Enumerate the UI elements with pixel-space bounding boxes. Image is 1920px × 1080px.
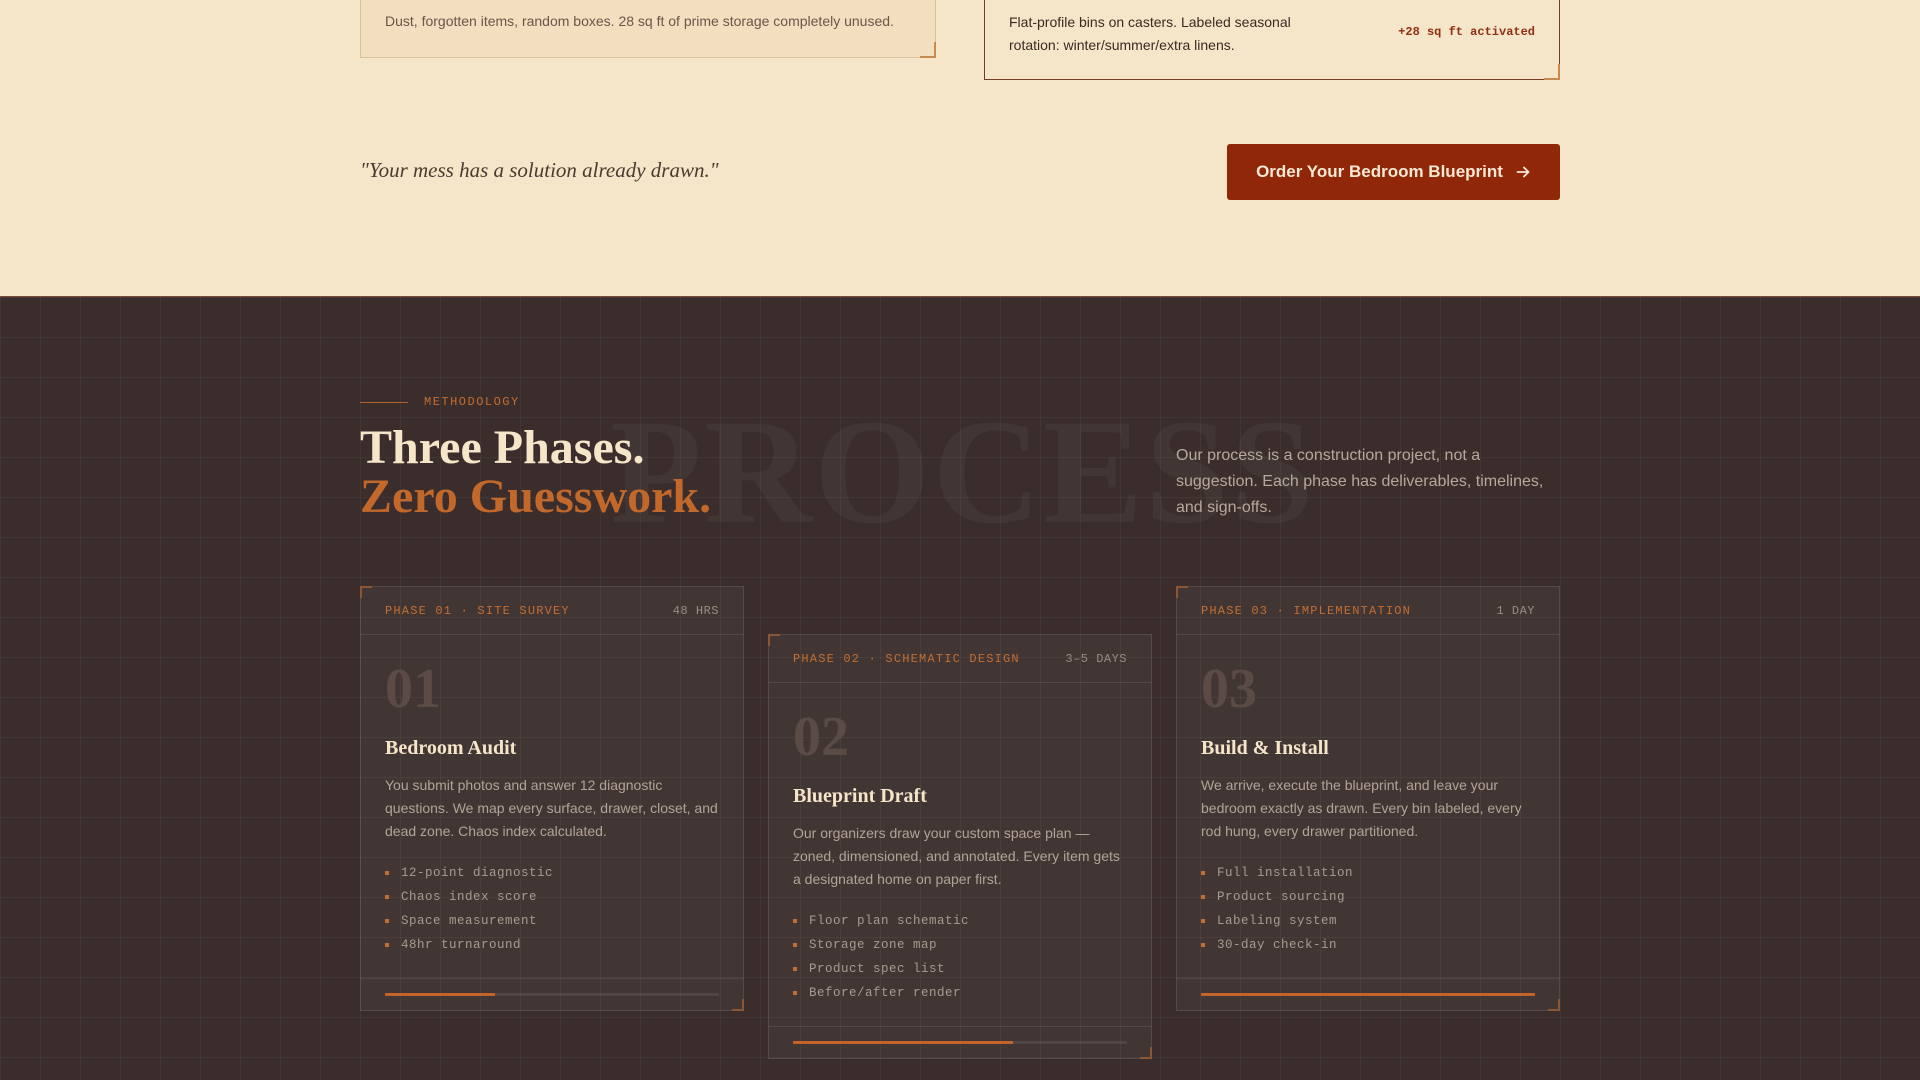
phase-progress-fill [793, 1041, 1014, 1044]
phase-card-body: 02 Blueprint Draft Our organizers draw y… [769, 709, 1151, 1005]
bullet-icon [1201, 871, 1205, 875]
phase-deliverables: Full installation Product sourcing Label… [1201, 861, 1535, 957]
phase-card-header: PHASE 02 · SCHEMATIC DESIGN 3–5 DAYS [769, 635, 1151, 683]
phase-progress-fill [1201, 993, 1535, 996]
phase-progress-fill [385, 993, 496, 996]
phase-code: PHASE 02 · SCHEMATIC DESIGN [793, 651, 1020, 666]
phase-code: PHASE 03 · IMPLEMENTATION [1201, 603, 1412, 618]
phase-progress-track [793, 1041, 1127, 1044]
list-item-text: Full installation [1217, 866, 1354, 880]
list-item-text: Product spec list [809, 962, 946, 976]
after-card: Flat-profile bins on casters. Labeled se… [984, 0, 1560, 80]
list-item: Before/after render [793, 981, 1127, 1005]
list-item: Labeling system [1201, 909, 1535, 933]
list-item-text: Product sourcing [1217, 890, 1346, 904]
phase-number: 02 [793, 706, 849, 768]
phase-card-header: PHASE 01 · SITE SURVEY 48 HRS [361, 587, 743, 635]
eyebrow-rule [360, 401, 408, 403]
after-card-delta: +28 sq ft activated [1398, 25, 1535, 39]
phase-name: Bedroom Audit [385, 737, 517, 759]
comparison-section: Dust, forgotten items, random boxes. 28 … [0, 0, 1920, 296]
bullet-icon [793, 967, 797, 971]
bullet-icon [1201, 919, 1205, 923]
bullet-icon [385, 943, 389, 947]
list-item-text: 30-day check-in [1217, 938, 1338, 952]
phase-number: 01 [385, 658, 441, 720]
before-card: Dust, forgotten items, random boxes. 28 … [360, 0, 936, 58]
list-item: 48hr turnaround [385, 933, 719, 957]
after-card-text: Flat-profile bins on casters. Labeled se… [1009, 14, 1291, 53]
corner-bracket [1544, 64, 1560, 80]
section-title-line1: Three Phases. [360, 421, 645, 474]
phase-number: 03 [1201, 658, 1257, 720]
section-intro: Our process is a construction project, n… [1176, 447, 1544, 516]
list-item-text: Chaos index score [401, 890, 538, 904]
bullet-icon [793, 991, 797, 995]
phase-progress-footer [1177, 978, 1559, 1010]
phase-duration: 48 HRS [672, 603, 719, 618]
bullet-icon [385, 919, 389, 923]
phase-card-header: PHASE 03 · IMPLEMENTATION 1 DAY [1177, 587, 1559, 635]
corner-bracket [1176, 586, 1188, 598]
phase-card-body: 01 Bedroom Audit You submit photos and a… [361, 661, 743, 957]
list-item: Space measurement [385, 909, 719, 933]
list-item-text: Floor plan schematic [809, 914, 970, 928]
list-item-text: Storage zone map [809, 938, 938, 952]
before-card-text: Dust, forgotten items, random boxes. 28 … [385, 13, 894, 29]
phase-progress-footer [361, 978, 743, 1010]
list-item: Product sourcing [1201, 885, 1535, 909]
corner-bracket [920, 42, 936, 58]
order-blueprint-button-label: Order Your Bedroom Blueprint [1256, 162, 1503, 181]
section-title-line2: Zero Guesswork. [360, 470, 712, 523]
list-item: Full installation [1201, 861, 1535, 885]
phase-duration: 1 DAY [1496, 603, 1535, 618]
phase-description: Our organizers draw your custom space pl… [793, 825, 1120, 887]
list-item-text: Labeling system [1217, 914, 1338, 928]
eyebrow-label: METHODOLOGY [424, 395, 520, 409]
phase-description: You submit photos and answer 12 diagnost… [385, 777, 718, 839]
bullet-icon [1201, 943, 1205, 947]
arrow-right-icon [1516, 166, 1530, 178]
corner-bracket [768, 634, 780, 646]
bullet-icon [385, 871, 389, 875]
phase-duration: 3–5 DAYS [1065, 651, 1127, 666]
phase-deliverables: Floor plan schematic Storage zone map Pr… [793, 909, 1127, 1005]
list-item: Product spec list [793, 957, 1127, 981]
phase-card-1: PHASE 01 · SITE SURVEY 48 HRS 01 Bedroom… [360, 586, 744, 1011]
section-title: Three Phases. Zero Guesswork. [360, 423, 711, 521]
methodology-section: PROCESS METHODOLOGY Three Phases. Zero G… [0, 296, 1920, 1080]
list-item-text: 12-point diagnostic [401, 866, 554, 880]
list-item-text: Space measurement [401, 914, 538, 928]
phase-progress-track [385, 993, 719, 996]
phase-card-2: PHASE 02 · SCHEMATIC DESIGN 3–5 DAYS 02 … [768, 634, 1152, 1059]
order-blueprint-button[interactable]: Order Your Bedroom Blueprint [1227, 144, 1560, 200]
bullet-icon [793, 943, 797, 947]
phase-code: PHASE 01 · SITE SURVEY [385, 603, 570, 618]
list-item: 30-day check-in [1201, 933, 1535, 957]
list-item: Floor plan schematic [793, 909, 1127, 933]
phase-name: Build & Install [1201, 737, 1329, 759]
section-eyebrow: METHODOLOGY [360, 395, 520, 409]
bullet-icon [793, 919, 797, 923]
list-item-text: Before/after render [809, 986, 962, 1000]
phase-deliverables: 12-point diagnostic Chaos index score Sp… [385, 861, 719, 957]
list-item-text: 48hr turnaround [401, 938, 522, 952]
list-item: 12-point diagnostic [385, 861, 719, 885]
phase-description: We arrive, execute the blueprint, and le… [1201, 777, 1522, 839]
phase-progress-track [1201, 993, 1535, 996]
tagline-quote: "Your mess has a solution already drawn.… [360, 158, 719, 182]
phase-progress-footer [769, 1026, 1151, 1058]
bullet-icon [1201, 895, 1205, 899]
bullet-icon [385, 895, 389, 899]
corner-bracket [360, 586, 372, 598]
phase-card-3: PHASE 03 · IMPLEMENTATION 1 DAY 03 Build… [1176, 586, 1560, 1011]
phase-name: Blueprint Draft [793, 785, 927, 807]
phase-card-body: 03 Build & Install We arrive, execute th… [1177, 661, 1559, 957]
list-item: Storage zone map [793, 933, 1127, 957]
list-item: Chaos index score [385, 885, 719, 909]
